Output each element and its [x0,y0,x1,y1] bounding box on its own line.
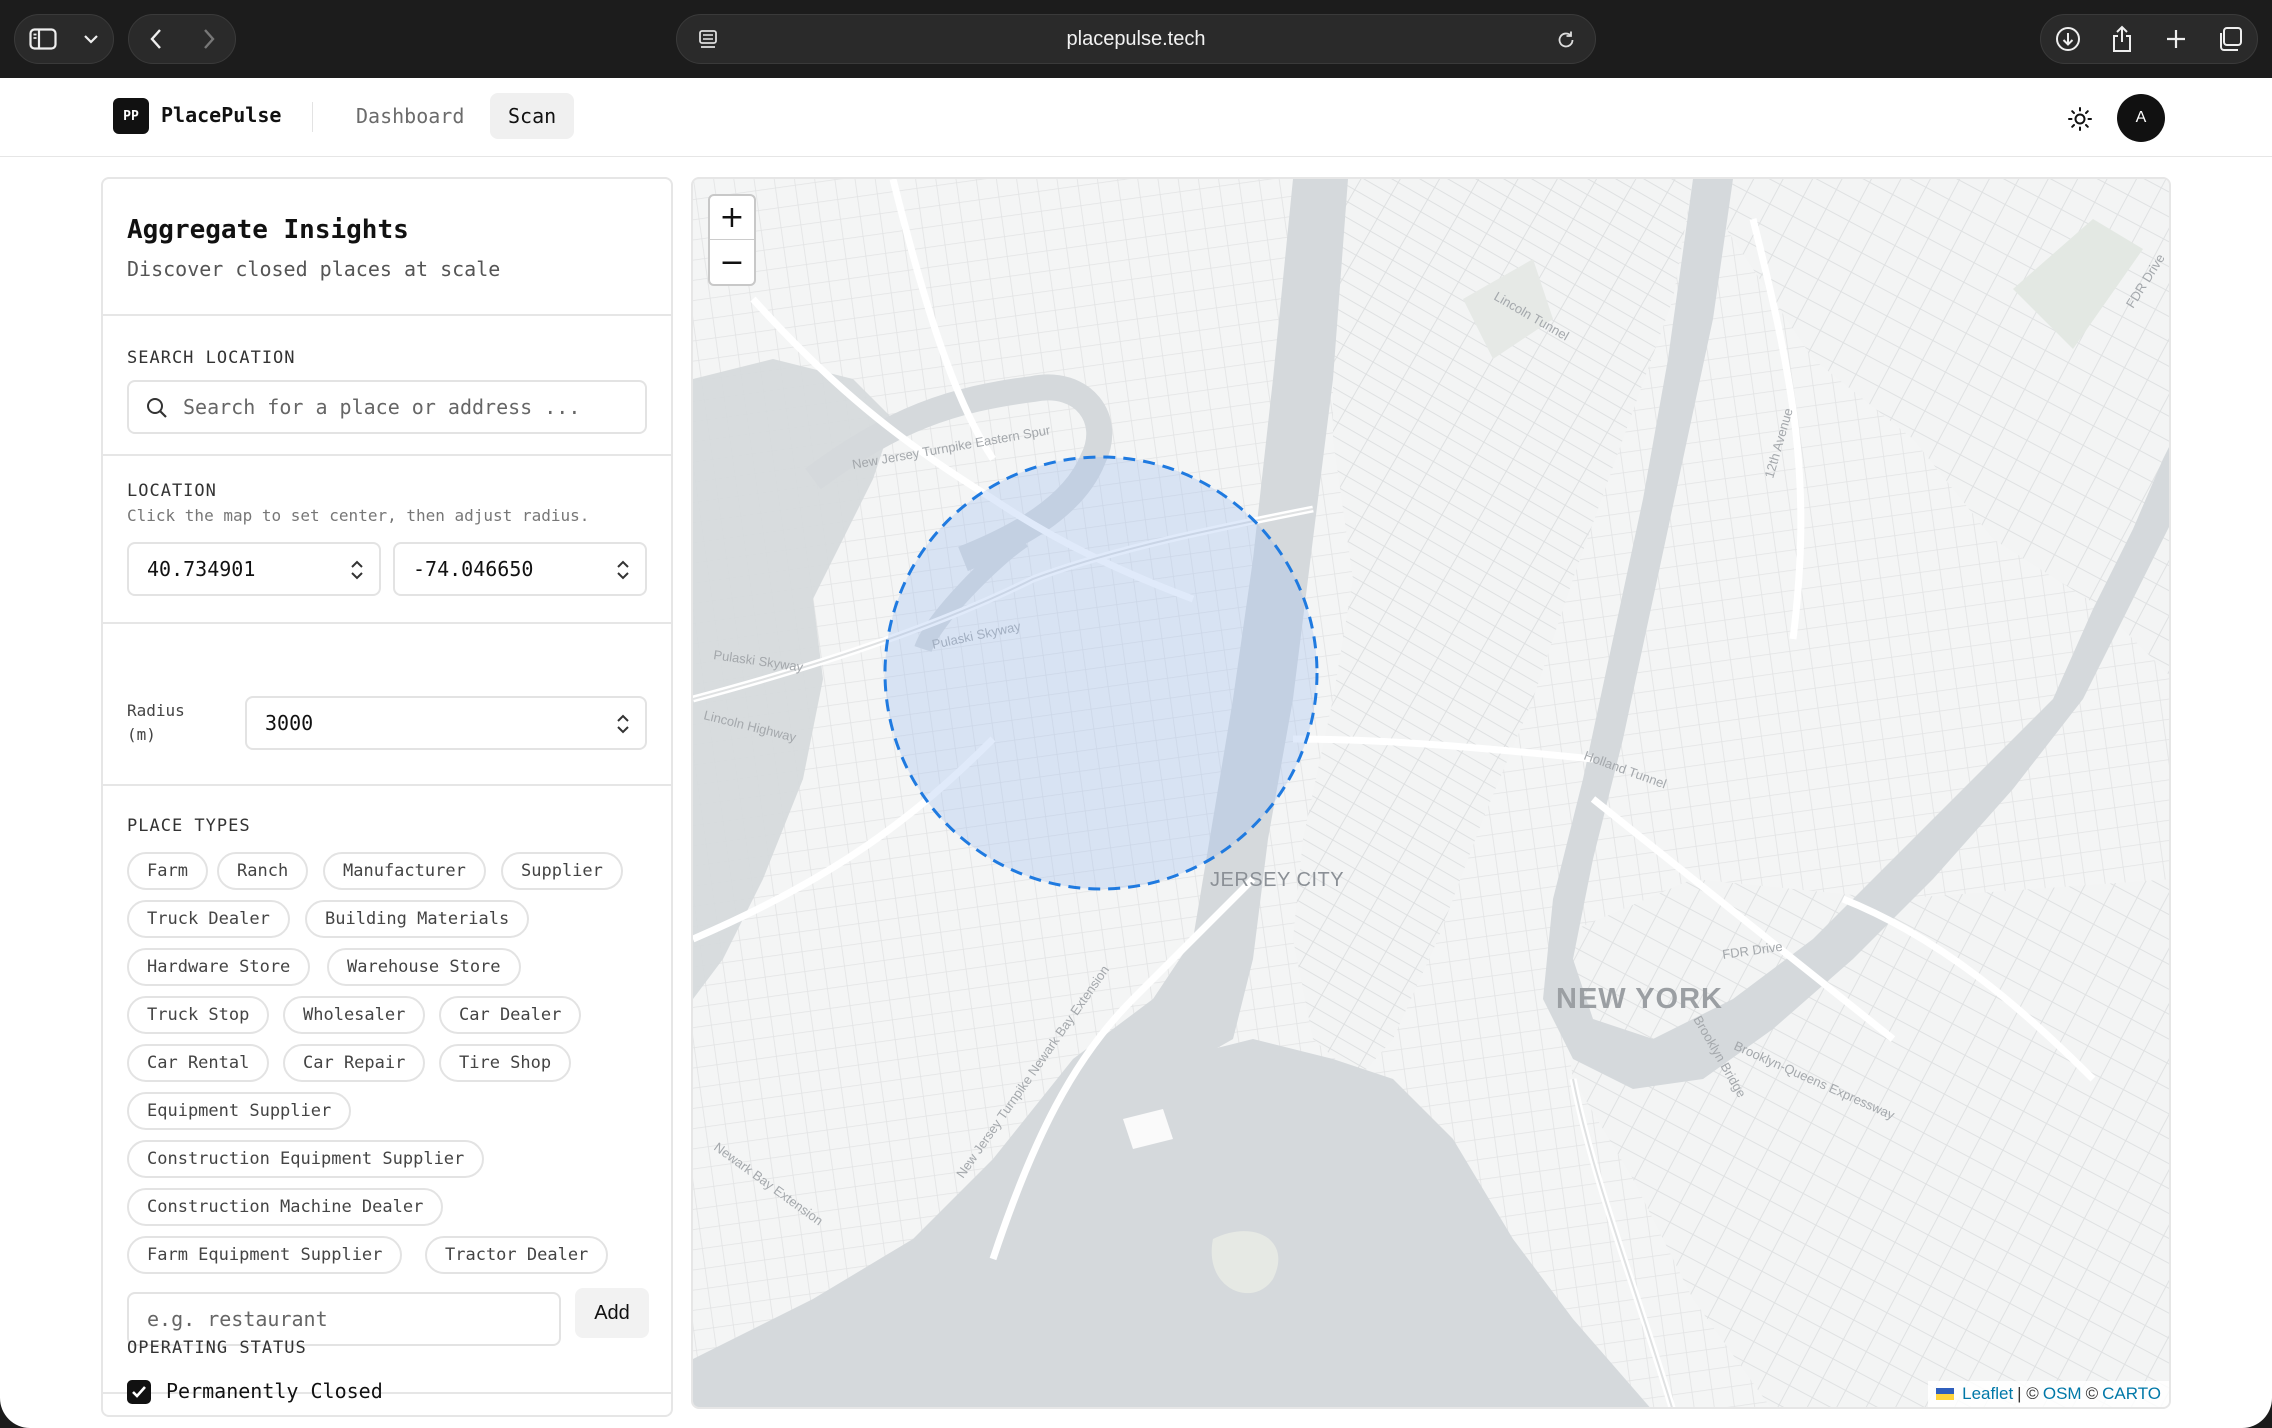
map-label-new-york: NEW YORK [1556,983,1723,1015]
chip-tire-shop[interactable]: Tire Shop [439,1044,572,1082]
page-menu-icon[interactable] [697,29,719,56]
zoom-out-button[interactable]: − [710,240,754,284]
sun-icon[interactable] [2063,102,2097,136]
back-arrow-icon[interactable] [129,14,182,64]
carto-link[interactable]: CARTO [2102,1384,2161,1404]
chip-wholesaler[interactable]: Wholesaler [283,996,426,1034]
chip-construction-machine-dealer[interactable]: Construction Machine Dealer [127,1188,444,1226]
chip-farm[interactable]: Farm [127,852,208,890]
chip-car-repair[interactable]: Car Repair [283,1044,426,1082]
chip-farm-equipment-supplier[interactable]: Farm Equipment Supplier [127,1236,403,1274]
longitude-input[interactable]: -74.046650 [393,542,647,596]
location-label: LOCATION [127,481,217,501]
chip-car-rental[interactable]: Car Rental [127,1044,270,1082]
permanently-closed-checkbox[interactable] [127,1380,151,1404]
chip-ranch[interactable]: Ranch [217,852,309,890]
map-label-jersey-city: JERSEY CITY [1210,869,1345,891]
sidebar-icon[interactable] [15,14,71,64]
place-types-section: PLACE TYPES Farm Ranch Manufacturer Supp… [103,786,671,1394]
app-logo[interactable]: PP [113,98,149,134]
chip-tractor-dealer[interactable]: Tractor Dealer [425,1236,609,1274]
web-page: PP PlacePulse Dashboard Scan A Aggregate… [0,78,2272,1428]
attribution-separator-2: © [2085,1384,2099,1403]
new-tab-icon[interactable] [2151,14,2201,64]
chip-construction-equipment-supplier[interactable]: Construction Equipment Supplier [127,1140,485,1178]
app-header: PP PlacePulse Dashboard Scan A [0,78,2272,157]
tab-overview-icon[interactable] [2205,14,2255,64]
operating-status-label: OPERATING STATUS [127,1338,307,1358]
search-icon [145,396,169,425]
search-location-section: SEARCH LOCATION Search for a place or ad… [103,316,671,456]
browser-actions [2040,14,2258,64]
ukraine-flag-icon [1936,1388,1955,1400]
radius-input[interactable]: 3000 [245,696,647,750]
latitude-input[interactable]: 40.734901 [127,542,381,596]
attribution-separator: | © [2017,1384,2039,1403]
brand-name[interactable]: PlacePulse [161,103,281,127]
chip-supplier[interactable]: Supplier [501,852,623,890]
reload-icon[interactable] [1555,29,1577,56]
map-tiles[interactable]: New Jersey Turnpike Eastern Spur Pulaski… [693,179,2171,1409]
radius-stepper-icon[interactable] [615,711,631,742]
sidebar-toggle-group[interactable] [14,14,114,64]
zoom-in-button[interactable]: + [710,196,754,240]
location-hint: Click the map to set center, then adjust… [127,506,590,525]
browser-toolbar: placepulse.tech [0,0,2272,78]
panel-header: Aggregate Insights Discover closed place… [103,179,671,316]
user-avatar[interactable]: A [2117,94,2165,142]
chip-building-materials[interactable]: Building Materials [305,900,530,938]
radius-value: 3000 [265,711,314,735]
panel-subtitle: Discover closed places at scale [127,257,501,281]
operating-status-section: OPERATING STATUS Permanently Closed [103,1310,671,1415]
map-view[interactable]: New Jersey Turnpike Eastern Spur Pulaski… [691,177,2171,1409]
search-location-label: SEARCH LOCATION [127,348,296,368]
forward-arrow-icon[interactable] [182,14,235,64]
download-icon[interactable] [2043,14,2093,64]
permanently-closed-label[interactable]: Permanently Closed [166,1379,383,1403]
chevron-down-icon[interactable] [71,14,111,64]
search-input[interactable]: Search for a place or address ... [127,380,647,434]
url-text: placepulse.tech [1066,27,1206,50]
nav-divider [312,102,313,132]
radius-label: Radius (m) [127,701,185,744]
place-types-label: PLACE TYPES [127,816,251,836]
address-bar[interactable]: placepulse.tech [676,14,1596,64]
nav-dashboard[interactable]: Dashboard [338,93,482,139]
chip-equipment-supplier[interactable]: Equipment Supplier [127,1092,352,1130]
search-placeholder: Search for a place or address ... [183,395,581,419]
aggregate-insights-panel: Aggregate Insights Discover closed place… [101,177,673,1417]
location-section: LOCATION Click the map to set center, th… [103,456,671,624]
chip-truck-stop[interactable]: Truck Stop [127,996,270,1034]
longitude-stepper-icon[interactable] [615,557,631,588]
latitude-value: 40.734901 [147,557,256,581]
check-icon [132,1386,146,1398]
nav-scan[interactable]: Scan [490,93,575,139]
longitude-value: -74.046650 [413,557,534,581]
search-radius-circle[interactable] [883,455,1319,891]
chip-warehouse-store[interactable]: Warehouse Store [327,948,521,986]
chip-hardware-store[interactable]: Hardware Store [127,948,311,986]
panel-title: Aggregate Insights [127,215,409,245]
zoom-control: + − [708,194,756,286]
chip-manufacturer[interactable]: Manufacturer [323,852,486,890]
chip-car-dealer[interactable]: Car Dealer [439,996,582,1034]
leaflet-link[interactable]: Leaflet [1962,1384,2013,1404]
share-icon[interactable] [2097,14,2147,64]
history-nav [128,14,236,64]
latitude-stepper-icon[interactable] [349,557,365,588]
map-attribution: Leaflet | © OSM © CARTO [1928,1381,2169,1407]
chip-truck-dealer[interactable]: Truck Dealer [127,900,290,938]
osm-link[interactable]: OSM [2043,1384,2082,1404]
